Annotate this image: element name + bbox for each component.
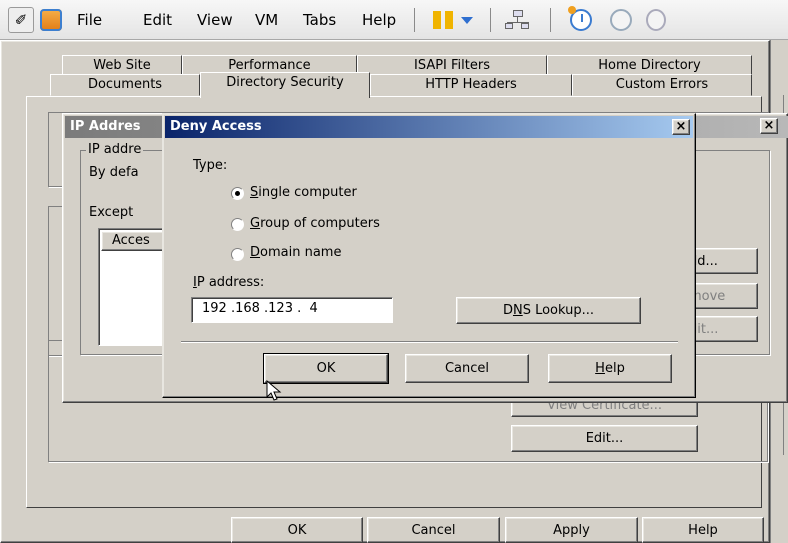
except-label: Except [89,205,134,220]
pause-icon-bar [445,11,453,29]
cancel-button[interactable]: Cancel [367,517,500,543]
tab-custom-errors[interactable]: Custom Errors [572,74,752,96]
ip-address-label-text: P address: [196,275,265,290]
menu-tabs[interactable]: Tabs [303,8,336,32]
menu-view[interactable]: View [197,8,233,32]
radio-domain-name[interactable] [231,248,244,261]
tab-documents[interactable]: Documents [50,74,200,96]
toolbar-separator [550,8,551,32]
deny-cancel-button[interactable]: Cancel [405,354,529,383]
network-icon[interactable] [505,10,531,30]
pause-icon[interactable] [433,11,441,29]
menu-vm[interactable]: VM [255,8,278,32]
dns-lookup-prefix: D [502,303,513,318]
help-button[interactable]: Help [642,517,764,543]
radio-single-computer[interactable] [231,187,244,200]
snapshot-manager-icon[interactable] [646,9,666,31]
group-of-computers-text: roup of computers [260,216,380,231]
accelerator-d: D [250,245,261,260]
single-computer-text: ingle computer [258,185,357,200]
radio-group-of-computers[interactable] [231,218,244,231]
domain-name-text: omain name [260,245,342,260]
apply-button[interactable]: Apply [505,517,638,543]
remove-button[interactable]: move [686,283,758,309]
close-icon[interactable]: × [760,118,778,134]
toolbar-separator [414,8,415,32]
dns-lookup-button[interactable]: DNS Lookup... [456,297,641,324]
ip-group-label: IP addre [86,142,144,157]
domain-name-label[interactable]: Domain name [250,245,341,260]
add-button[interactable]: dd... [686,248,758,274]
deny-access-titlebar: Deny Access [165,116,693,138]
menu-file[interactable]: File [77,8,102,32]
ip-address-field[interactable]: 192 .168 .123 . 4 [191,297,393,323]
mouse-cursor-icon [266,380,282,401]
accelerator-g: G [250,216,261,231]
deny-help-button[interactable]: Help [548,354,672,383]
pin-icon[interactable]: ✐ [8,7,34,33]
close-icon[interactable]: × [672,119,690,135]
tab-http-headers[interactable]: HTTP Headers [370,74,572,96]
ip-address-label: IP address: [193,275,264,290]
type-label: Type: [193,158,228,173]
ip-restrictions-title: IP Addres [70,119,141,134]
snapshot-icon[interactable] [568,6,592,31]
dialog-divider [181,341,678,343]
vm-toolbar: ✐ File Edit View VM Tabs Help [0,0,788,40]
by-default-label: By defa [89,165,139,180]
accelerator-n: N [512,303,523,318]
ok-button[interactable]: OK [231,517,363,543]
accelerator-h: H [595,361,605,376]
single-computer-label[interactable]: Single computer [250,185,357,200]
menu-help[interactable]: Help [362,8,396,32]
edit-entry-button[interactable]: dit... [686,316,758,342]
menu-edit[interactable]: Edit [143,8,172,32]
dns-lookup-text: S Lookup... [522,303,595,318]
tab-directory-security[interactable]: Directory Security [200,72,370,98]
deny-access-title: Deny Access [170,119,262,134]
vm-app-icon[interactable] [40,9,62,31]
group-of-computers-label[interactable]: Group of computers [250,216,380,231]
edit-button[interactable]: Edit... [511,425,698,452]
toolbar-separator [490,8,491,32]
revert-snapshot-icon[interactable] [610,9,632,31]
deny-ok-button[interactable]: OK [263,353,389,384]
chevron-down-icon[interactable] [461,17,473,24]
deny-help-text: elp [604,361,625,376]
